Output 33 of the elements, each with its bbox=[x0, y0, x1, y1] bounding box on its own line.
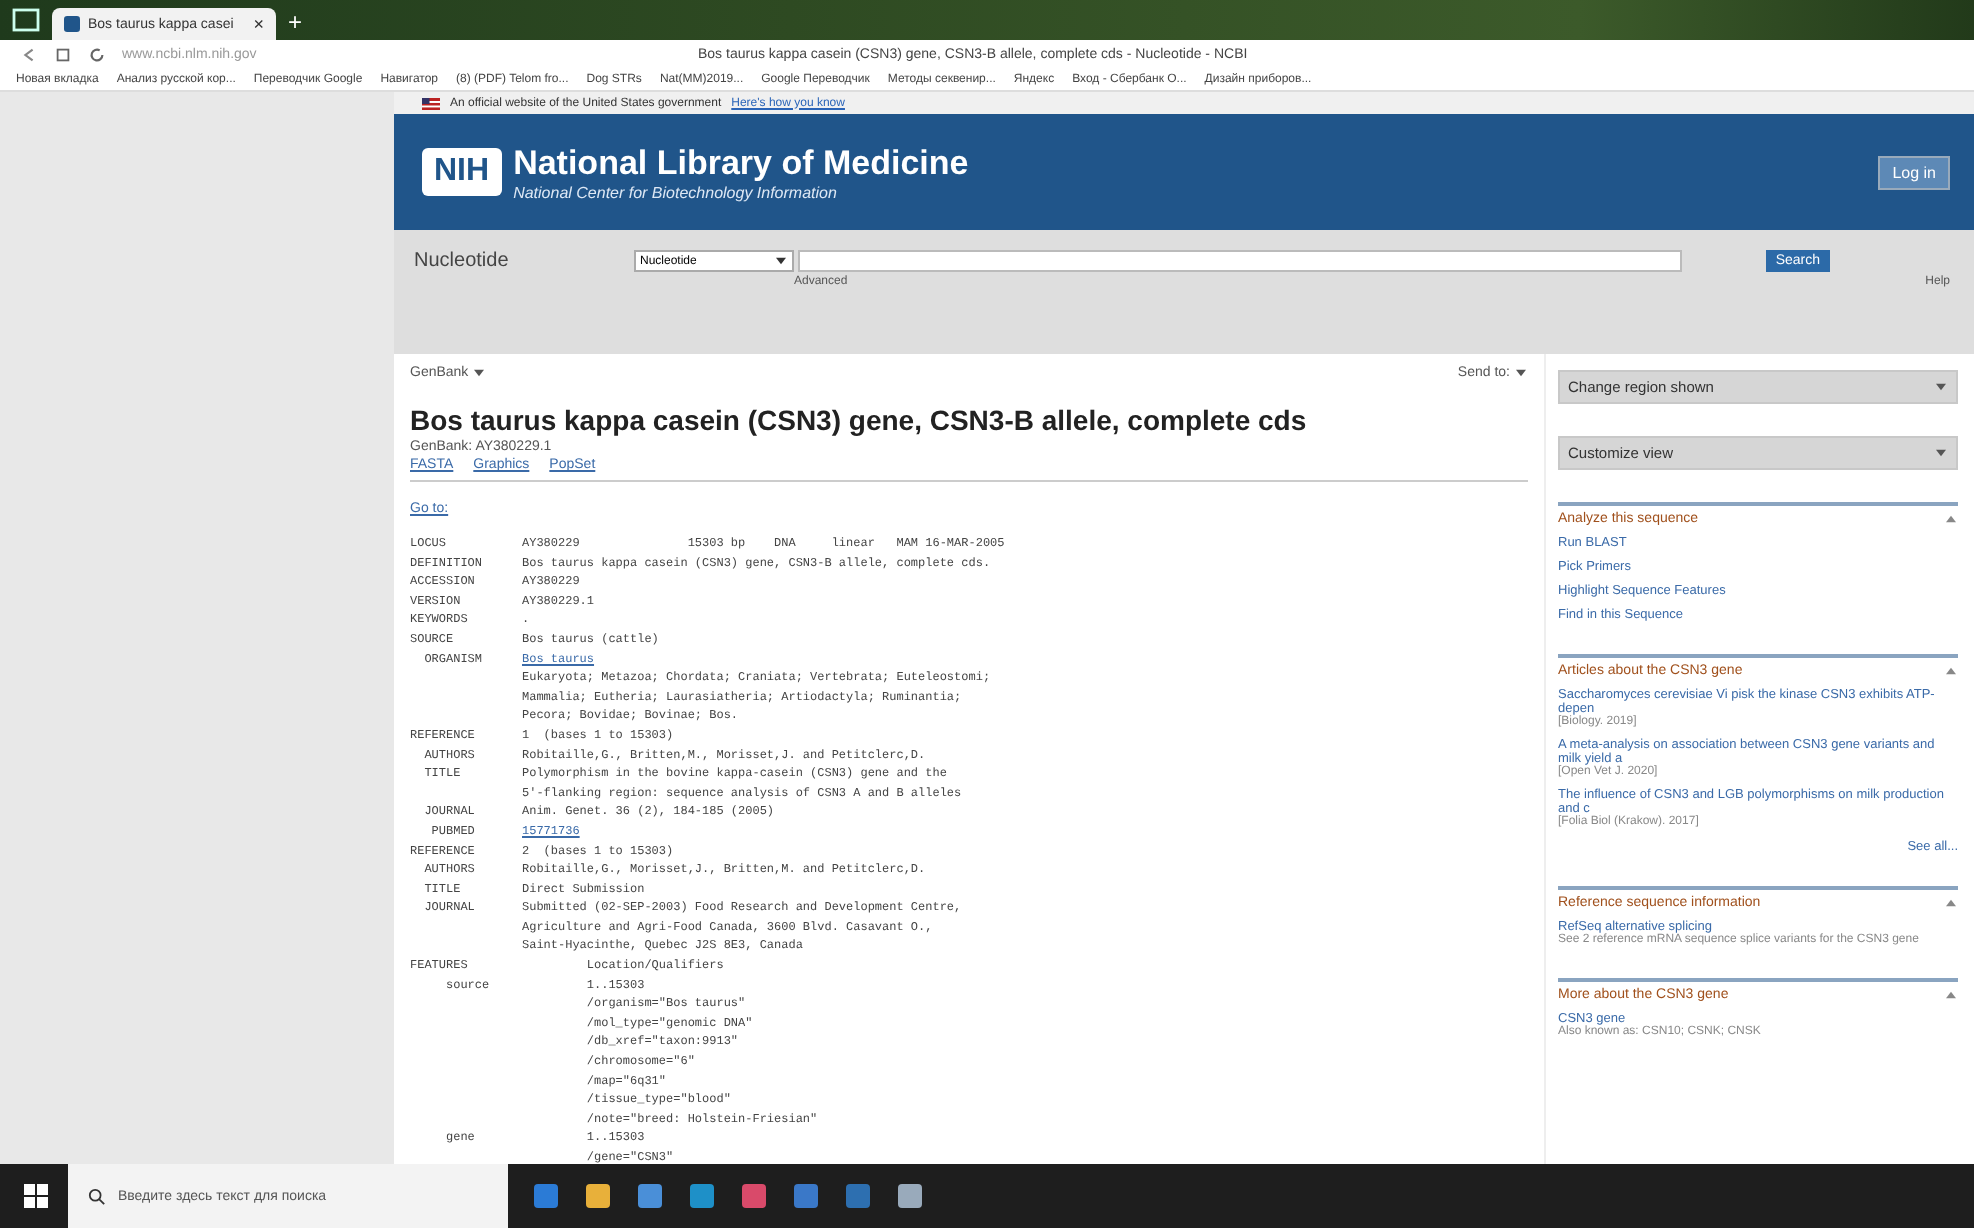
search-field[interactable] bbox=[798, 250, 1682, 272]
taskbar-app-icon[interactable] bbox=[636, 1182, 664, 1210]
taskbar-app-icon[interactable] bbox=[532, 1182, 560, 1210]
collapse-icon[interactable] bbox=[1944, 666, 1958, 676]
caret-icon bbox=[472, 368, 487, 378]
site-icon bbox=[64, 16, 80, 32]
start-icon[interactable] bbox=[24, 1184, 48, 1208]
taskbar-app-icon[interactable] bbox=[896, 1182, 924, 1210]
nih-logo[interactable]: NIH bbox=[422, 148, 502, 196]
login-button[interactable]: Log in bbox=[1878, 155, 1950, 189]
collapse-icon[interactable] bbox=[1944, 514, 1958, 524]
collapse-icon[interactable] bbox=[1944, 990, 1958, 1000]
collapse-icon[interactable] bbox=[1944, 898, 1958, 908]
caret-icon bbox=[1514, 368, 1528, 378]
caret-icon bbox=[774, 256, 788, 266]
record-title: Bos taurus kappa casein (CSN3) gene, CSN3-B allele, complete cds bbox=[410, 404, 1309, 436]
new-tab-button[interactable]: + bbox=[288, 8, 303, 36]
database-label: Nucleotide bbox=[414, 250, 511, 272]
reload-icon[interactable] bbox=[88, 45, 106, 63]
flag-icon bbox=[422, 97, 440, 109]
taskbar-app-icon[interactable] bbox=[740, 1182, 768, 1210]
taskbar-app-icon[interactable] bbox=[688, 1182, 716, 1210]
taskbar-app-icon[interactable] bbox=[792, 1182, 820, 1210]
search-icon bbox=[88, 1187, 106, 1205]
caret-icon bbox=[1934, 382, 1948, 392]
back-icon[interactable] bbox=[20, 45, 38, 63]
caret-icon bbox=[1934, 448, 1948, 458]
tabs-icon[interactable] bbox=[54, 45, 72, 63]
taskbar-app-icon[interactable] bbox=[584, 1182, 612, 1210]
close-tab-button[interactable]: × bbox=[253, 14, 264, 34]
window-icon[interactable] bbox=[12, 8, 40, 32]
site-title: National Library of Medicine bbox=[513, 143, 971, 183]
site-subtitle: National Center for Biotechnology Information bbox=[513, 183, 839, 201]
